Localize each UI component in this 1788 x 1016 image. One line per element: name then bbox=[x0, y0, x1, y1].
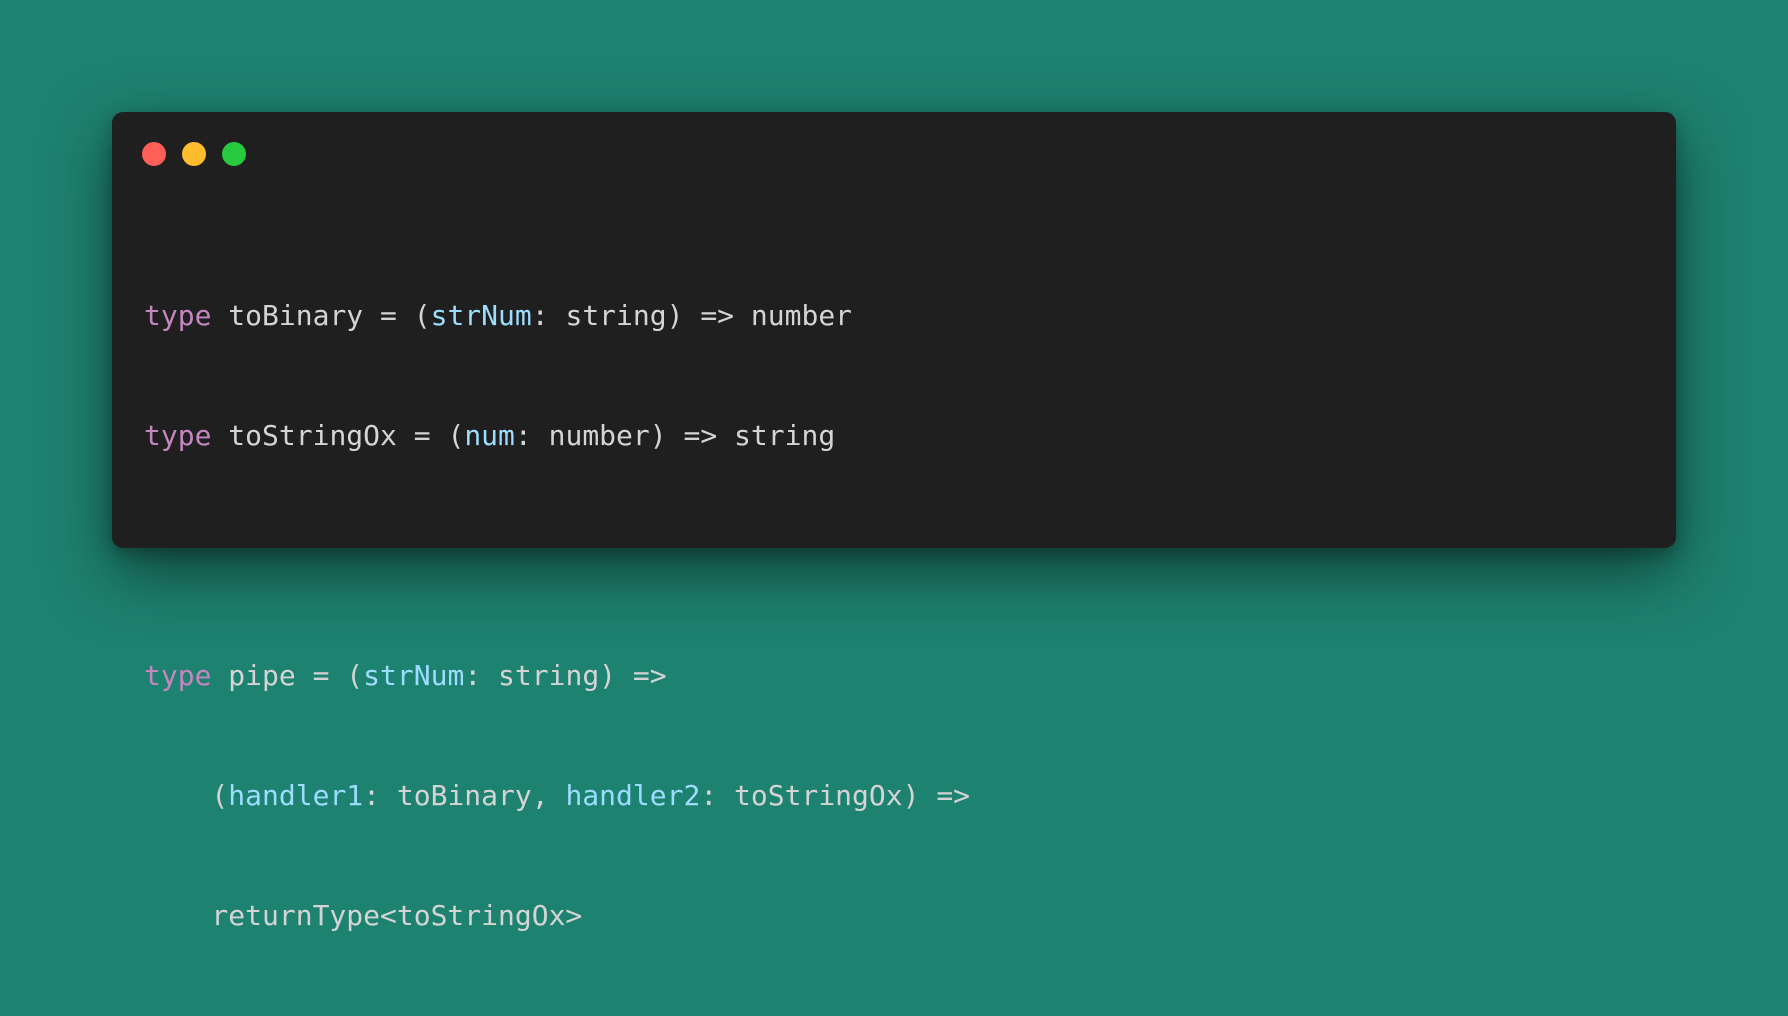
code-token-plain: : string) => bbox=[464, 659, 667, 692]
code-line: type pipe = (strNum: string) => bbox=[144, 656, 970, 696]
code-token-plain: toBinary = ( bbox=[211, 299, 431, 332]
code-token-plain: : toBinary, bbox=[363, 779, 566, 812]
code-token-keyword: type bbox=[144, 659, 212, 692]
close-button[interactable] bbox=[142, 142, 166, 166]
maximize-button[interactable] bbox=[222, 142, 246, 166]
code-token-plain: : toStringOx) => bbox=[700, 779, 971, 812]
code-line: (handler1: toBinary, handler2: toStringO… bbox=[144, 776, 970, 816]
minimize-button[interactable] bbox=[182, 142, 206, 166]
code-line: type toStringOx = (num: number) => strin… bbox=[144, 416, 970, 456]
code-token-parameter: strNum bbox=[430, 299, 532, 332]
code-token-keyword: type bbox=[144, 299, 212, 332]
code-token-plain: : string) => number bbox=[531, 299, 853, 332]
code-window: type toBinary = (strNum: string) => numb… bbox=[112, 112, 1676, 932]
code-token-parameter: strNum bbox=[363, 659, 465, 692]
code-token-keyword: type bbox=[144, 419, 212, 452]
code-token-parameter: num bbox=[464, 419, 515, 452]
code-token-plain: pipe = ( bbox=[211, 659, 364, 692]
code-token-parameter: handler2 bbox=[565, 779, 701, 812]
code-token-parameter: handler1 bbox=[228, 779, 364, 812]
code-token-plain: returnType<toStringOx> bbox=[144, 899, 583, 932]
window-controls bbox=[142, 142, 246, 166]
code-block: type toBinary = (strNum: string) => numb… bbox=[144, 216, 970, 1016]
code-line: returnType<toStringOx> bbox=[144, 896, 970, 936]
code-line: type toBinary = (strNum: string) => numb… bbox=[144, 296, 970, 336]
code-token-plain: toStringOx = ( bbox=[211, 419, 465, 452]
code-token-plain: ( bbox=[144, 779, 229, 812]
code-token-plain: : number) => string bbox=[514, 419, 836, 452]
